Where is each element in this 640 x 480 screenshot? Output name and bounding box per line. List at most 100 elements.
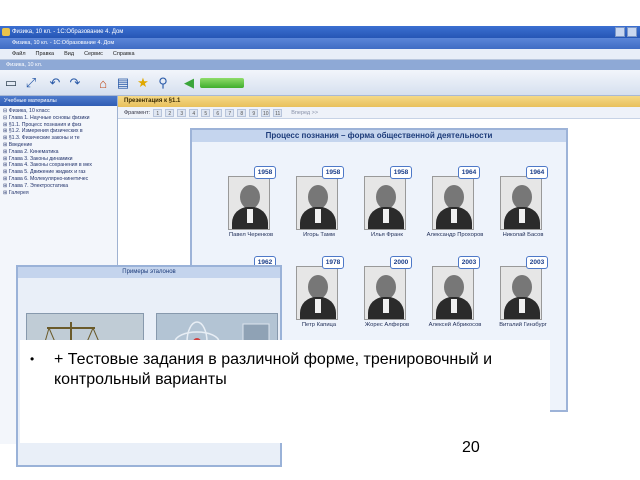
laureate-card: 2003 Алексей Абрикосов [424,256,486,330]
fragment-bar: Фрагмент: 1 2 3 4 5 6 7 8 9 10 11 Вперед… [118,107,640,119]
document-tab-bar: Физика, 10 кл. [0,60,640,70]
toolbar: ▭ ⤢ ↶ ↷ ⌂ ▤ ★ ⚲ ◀ [0,70,640,96]
tree-item[interactable]: ⊞ Глава 6. Молекулярно-кинетичес [3,176,117,183]
inner-window-title: Физика, 10 кл. - 1С:Образование 4. Дом [12,40,115,46]
page-link[interactable]: 3 [177,108,187,117]
tree-item[interactable]: ⊟ Глава 1. Научные основы физики [3,115,117,122]
nobel-year-badge: 1978 [322,256,344,269]
laureate-photo [296,266,338,320]
nobel-year-badge: 2003 [526,256,548,269]
laureate-card: 2003 Виталий Гинзбург [492,256,554,330]
presentation-header: Презентация к §1.1 [118,96,640,107]
laureate-photo [500,176,542,230]
laureate-photo [432,176,474,230]
nobel-year-badge: 1958 [390,166,412,179]
tree-item[interactable]: ⊞ Глава 5. Движение жидких и газ [3,169,117,176]
redo-icon[interactable]: ↷ [66,74,84,92]
nobel-year-badge: 1964 [458,166,480,179]
laureate-name: Жорес Алферов [364,322,410,328]
nobel-year-badge: 1958 [322,166,344,179]
laureate-card: 1958 Павел Черенков [220,166,282,240]
tree-item[interactable]: ⊞ §1.3. Физические законы и те [3,135,117,142]
page-link[interactable]: 8 [237,108,247,117]
page-link[interactable]: 11 [273,108,283,117]
nobel-year-badge: 2003 [458,256,480,269]
nobel-year-badge: 1964 [526,166,548,179]
inner-titlebar: Физика, 10 кл. - 1С:Образование 4. Дом [0,38,640,49]
slide-canvas: Физика, 10 кл. - 1С:Образование 4. Дом Ф… [0,0,640,480]
laureate-photo [228,176,270,230]
next-link[interactable]: Вперед >> [291,107,318,119]
menu-help[interactable]: Справка [113,49,135,59]
nobel-year-badge: 2000 [390,256,412,269]
close-button[interactable] [627,27,637,37]
fullscreen-icon[interactable]: ⤢ [22,74,40,92]
laureate-name: Алексей Абрикосов [428,322,482,328]
etalon-title: Примеры эталонов [18,267,280,278]
slide-page-number: 20 [462,439,480,456]
laureate-card: 1958 Игорь Тамм [288,166,350,240]
laureate-name: Александр Прохоров [426,232,484,238]
menu-file[interactable]: Файл [12,49,26,59]
tree-item[interactable]: ⊞ Галерея [3,190,117,197]
minimize-button[interactable] [615,27,625,37]
page-link[interactable]: 5 [201,108,211,117]
laureate-card: 1964 Николай Басов [492,166,554,240]
laureate-name: Игорь Тамм [303,232,335,238]
laureate-name: Павел Черенков [228,232,274,238]
tree-item[interactable]: ⊞ Глава 7. Электростатика [3,183,117,190]
tree-item[interactable]: ⊞ Глава 2. Кинематика [3,149,117,156]
app-icon [2,28,10,36]
back-arrow-icon[interactable]: ◀ [180,74,198,92]
page-link[interactable]: 2 [165,108,175,117]
menu-service[interactable]: Сервис [84,49,103,59]
nobel-year-badge: 1958 [254,166,276,179]
undo-icon[interactable]: ↶ [46,74,64,92]
laureate-card: 2000 Жорес Алферов [356,256,418,330]
menu-bar: Файл Правка Вид Сервис Справка [0,49,640,60]
laureate-card: 1964 Александр Прохоров [424,166,486,240]
page-link[interactable]: 7 [225,108,235,117]
window-titlebar: Физика, 10 кл. - 1С:Образование 4. Дом [0,26,640,38]
sidebar-tree: ⊟ Физика, 10 класс ⊟ Глава 1. Научные ос… [0,106,117,196]
page-link[interactable]: 9 [249,108,259,117]
page-link[interactable]: 4 [189,108,199,117]
menu-edit[interactable]: Правка [36,49,55,59]
tree-item[interactable]: ⊞ §1.1. Процесс познания и физ [3,122,117,129]
tree-item[interactable]: ⊞ §1.2. Измерения физических в [3,128,117,135]
laureate-name: Виталий Гинзбург [499,322,547,328]
page-link[interactable]: 10 [261,108,271,117]
book-icon[interactable]: ▤ [114,74,132,92]
bullet-callout: • + Тестовые задания в различной форме, … [20,340,550,443]
laureate-card: 1978 Петр Капица [288,256,350,330]
layout-icon[interactable]: ▭ [2,74,20,92]
sidebar-header: Учебные материалы [0,96,117,106]
laureate-photo [500,266,542,320]
menu-view[interactable]: Вид [64,49,74,59]
window-controls [615,27,637,37]
slide-title: Процесс познания – форма общественной де… [192,130,566,142]
laureate-name: Николай Басов [502,232,544,238]
fragment-label: Фрагмент: [124,109,151,116]
laureate-card: 1958 Илья Франк [356,166,418,240]
tree-item[interactable]: ⊞ Глава 3. Законы динамики [3,156,117,163]
document-tab[interactable]: Физика, 10 кл. [6,62,42,68]
laureate-name: Петр Капица [301,322,337,328]
laureate-photo [296,176,338,230]
laureate-name: Илья Франк [371,232,403,238]
tree-item[interactable]: ⊞ Глава 4. Законы сохранения в мех [3,162,117,169]
bullet-text: + Тестовые задания в различной форме, тр… [54,351,493,388]
star-icon[interactable]: ★ [134,74,152,92]
forward-arrow-icon[interactable] [200,78,244,88]
laureate-photo [364,176,406,230]
tree-item[interactable]: ⊟ Физика, 10 класс [3,108,117,115]
search-icon[interactable]: ⚲ [154,74,172,92]
window-title: Физика, 10 кл. - 1С:Образование 4. Дом [12,29,124,35]
home-icon[interactable]: ⌂ [94,74,112,92]
laureate-photo [432,266,474,320]
bullet-marker: • [30,352,35,366]
tree-item[interactable]: ⊞ Введение [3,142,117,149]
laureate-photo [364,266,406,320]
page-link[interactable]: 6 [213,108,223,117]
page-link[interactable]: 1 [153,108,163,117]
